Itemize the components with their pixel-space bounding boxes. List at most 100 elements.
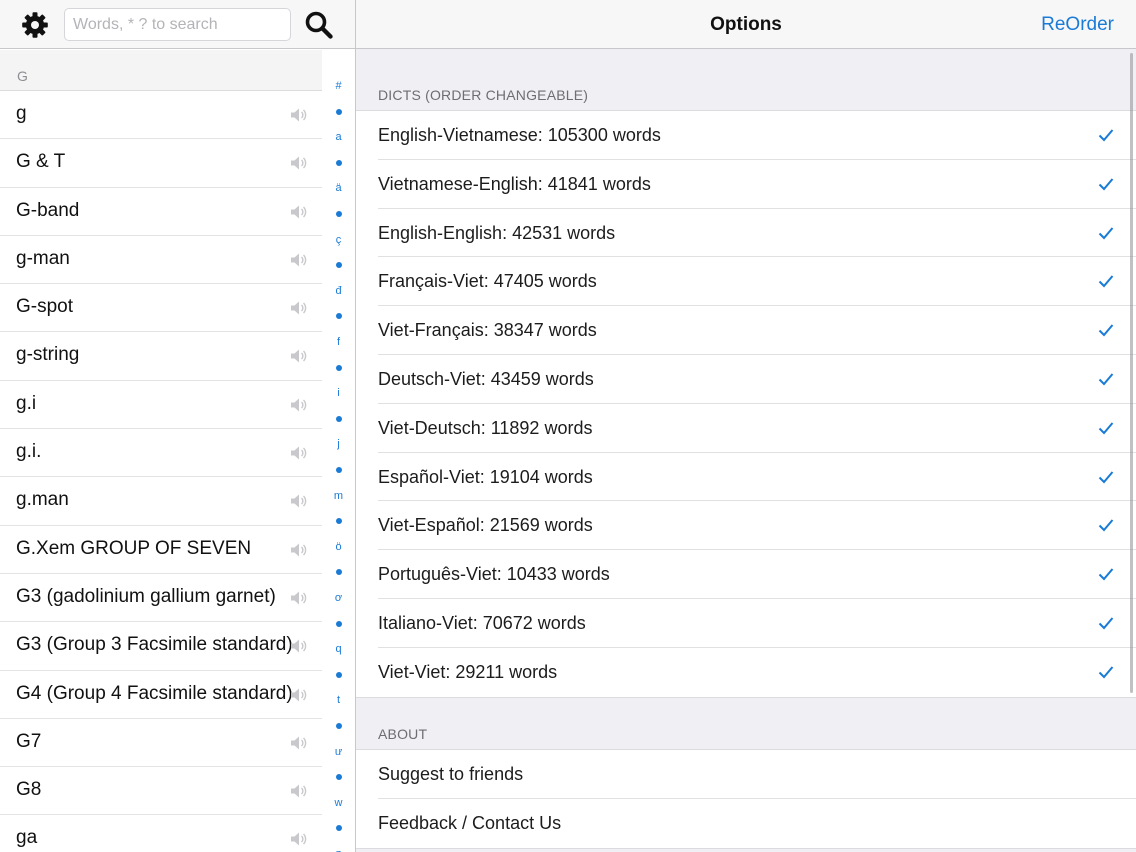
speaker-icon[interactable] — [290, 300, 308, 316]
settings-button[interactable] — [19, 9, 51, 41]
index-letter[interactable]: m — [322, 490, 355, 502]
word-label: g — [16, 103, 27, 124]
index-letter[interactable]: z — [322, 848, 355, 852]
speaker-icon[interactable] — [290, 155, 308, 171]
speaker-icon[interactable] — [290, 735, 308, 751]
word-label: G.Xem GROUP OF SEVEN — [16, 537, 252, 559]
word-row[interactable]: g.i. — [0, 429, 322, 478]
dict-row[interactable]: English-English: 42531 words — [356, 209, 1136, 258]
word-row[interactable]: g.man — [0, 477, 322, 526]
dict-row[interactable]: Deutsch-Viet: 43459 words — [356, 355, 1136, 404]
index-letter[interactable]: w — [322, 797, 355, 809]
index-letter[interactable]: j — [322, 438, 355, 450]
speaker-icon[interactable] — [290, 542, 308, 558]
speaker-icon[interactable] — [290, 107, 308, 123]
checkmark-icon — [1098, 324, 1114, 337]
checkmark-icon — [1098, 178, 1114, 191]
about-item-label: Suggest to friends — [378, 764, 524, 784]
word-row[interactable]: g-string — [0, 332, 322, 381]
speaker-icon[interactable] — [290, 687, 308, 703]
section-header-label: G — [17, 68, 28, 84]
checkmark-icon — [1098, 422, 1114, 435]
checkmark-icon — [1098, 373, 1114, 386]
speaker-icon[interactable] — [290, 445, 308, 461]
about-item-label: Feedback / Contact Us — [378, 812, 562, 833]
speaker-icon[interactable] — [290, 348, 308, 364]
speaker-icon[interactable] — [290, 397, 308, 413]
word-row[interactable]: ga — [0, 815, 322, 852]
speaker-icon[interactable] — [290, 783, 308, 799]
index-dot — [336, 262, 342, 269]
word-label: ga — [16, 827, 38, 849]
checkmark-icon — [1098, 129, 1114, 142]
index-letter[interactable]: ư — [322, 746, 355, 758]
word-row[interactable]: G & T — [0, 139, 322, 188]
index-letter[interactable]: ç — [322, 234, 355, 246]
speaker-icon[interactable] — [290, 638, 308, 654]
alphabet-index-bar[interactable]: # a ä ç đ f i j m ö ơ q t ư w z — [322, 50, 355, 852]
word-list: g G & T G-band g-man G-spot g-string g.i g.i. g.… — [0, 91, 322, 852]
word-row[interactable]: G3 (gadolinium gallium garnet) — [0, 574, 322, 623]
dict-row[interactable]: Viet-Español: 21569 words — [356, 501, 1136, 550]
index-dot — [336, 313, 342, 320]
index-letter[interactable]: q — [322, 643, 355, 655]
search-input[interactable] — [64, 8, 291, 41]
left-toolbar — [0, 0, 355, 49]
index-letter[interactable]: ä — [322, 182, 355, 194]
dict-row[interactable]: Viet-Viet: 29211 words — [356, 648, 1136, 697]
index-letter[interactable]: # — [322, 80, 355, 92]
word-row[interactable]: G3 (Group 3 Facsimile standard) — [0, 622, 322, 671]
dict-row[interactable]: Viet-Français: 38347 words — [356, 306, 1136, 355]
speaker-icon[interactable] — [290, 204, 308, 220]
feedback-contact-row[interactable]: Feedback / Contact Us — [356, 799, 1136, 848]
word-label: G-band — [16, 199, 80, 221]
dict-row[interactable]: Vietnamese-English: 41841 words — [356, 160, 1136, 209]
index-dot — [336, 364, 342, 371]
word-row[interactable]: G-spot — [0, 284, 322, 333]
scroll-indicator[interactable] — [1130, 53, 1133, 693]
dict-row[interactable]: Viet-Deutsch: 11892 words — [356, 404, 1136, 453]
dict-label: Viet-Español: 21569 words — [378, 515, 593, 536]
word-row[interactable]: g — [0, 91, 322, 140]
index-letter[interactable]: i — [322, 387, 355, 399]
word-label: g-man — [16, 247, 70, 269]
index-letter[interactable]: đ — [322, 285, 355, 297]
checkmark-icon — [1098, 470, 1114, 484]
dict-row[interactable]: Français-Viet: 47405 words — [356, 257, 1136, 306]
word-row[interactable]: G8 — [0, 767, 322, 816]
dicts-section-header: DICTS (ORDER CHANGEABLE) — [378, 87, 589, 103]
word-label: G4 (Group 4 Facsimile standard) — [16, 682, 293, 704]
word-row[interactable]: G.Xem GROUP OF SEVEN — [0, 526, 322, 574]
search-button[interactable] — [302, 8, 336, 42]
index-dot — [336, 569, 342, 576]
reorder-button[interactable]: ReOrder — [1041, 14, 1114, 36]
speaker-icon[interactable] — [290, 252, 308, 268]
index-letter[interactable]: t — [322, 694, 355, 706]
word-label: G7 — [16, 730, 42, 752]
index-letter[interactable]: ö — [322, 541, 355, 553]
dict-row[interactable]: Português-Viet: 10433 words — [356, 550, 1136, 599]
index-dot — [336, 108, 342, 115]
suggest-to-friends-row[interactable]: Suggest to friends — [356, 750, 1136, 799]
speaker-icon[interactable] — [290, 831, 308, 847]
index-letter[interactable]: a — [322, 131, 355, 143]
dict-row[interactable]: Español-Viet: 19104 words — [356, 453, 1136, 502]
word-row[interactable]: g.i — [0, 381, 322, 430]
word-row[interactable]: g-man — [0, 236, 322, 285]
speaker-icon[interactable] — [290, 493, 308, 509]
index-letter[interactable]: ơ — [322, 592, 355, 604]
word-row[interactable]: G4 (Group 4 Facsimile standard) — [0, 671, 322, 719]
page-title: Options — [710, 14, 782, 35]
word-row[interactable]: G-band — [0, 188, 322, 236]
options-nav-bar: Options ReOrder — [356, 0, 1136, 49]
about-list: Suggest to friends Feedback / Contact Us — [356, 749, 1136, 849]
dict-row[interactable]: English-Vietnamese: 105300 words — [356, 111, 1136, 160]
speaker-icon[interactable] — [290, 590, 308, 606]
dict-row[interactable]: Italiano-Viet: 70672 words — [356, 599, 1136, 648]
dict-label: Viet-Français: 38347 words — [378, 320, 597, 341]
word-row[interactable]: G7 — [0, 719, 322, 768]
index-letter[interactable]: f — [322, 336, 355, 348]
dict-label: Deutsch-Viet: 43459 words — [378, 368, 594, 389]
index-dot — [336, 825, 342, 832]
word-label: g.man — [16, 489, 69, 511]
